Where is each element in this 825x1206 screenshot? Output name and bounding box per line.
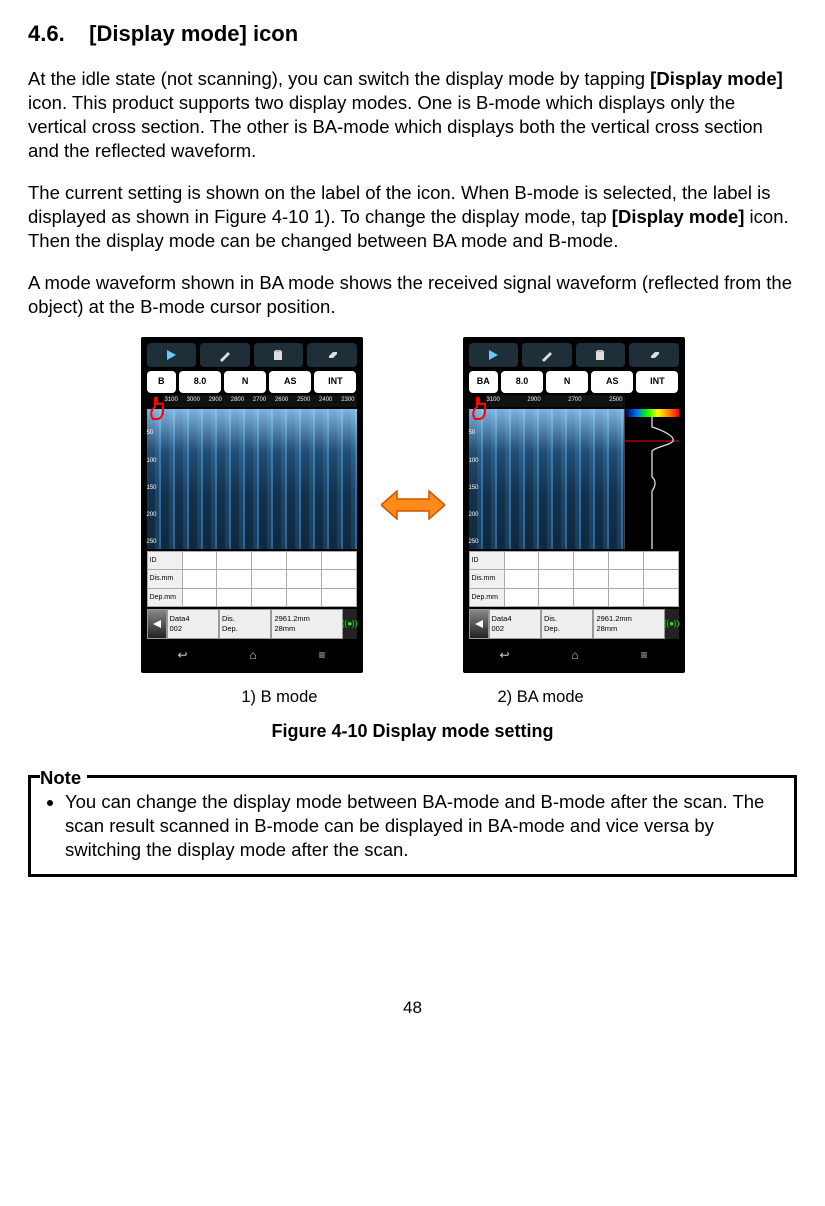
section-title: [Display mode] icon xyxy=(89,21,298,46)
pill-5[interactable]: INT xyxy=(636,371,678,393)
recent-icon[interactable]: ≡ xyxy=(319,648,326,664)
y-ticks: 50 100 150 200 250 xyxy=(469,409,483,549)
pill-3[interactable]: N xyxy=(546,371,588,393)
pill-2[interactable]: 8.0 xyxy=(501,371,543,393)
status-cell-2: Dis.Dep. xyxy=(219,609,271,639)
caption-right: 2) BA mode xyxy=(497,687,583,708)
play-button[interactable] xyxy=(147,343,197,367)
edit-button[interactable] xyxy=(522,343,572,367)
play-button[interactable] xyxy=(469,343,519,367)
pill-3[interactable]: N xyxy=(224,371,266,393)
file-button[interactable] xyxy=(576,343,626,367)
edit-button[interactable] xyxy=(200,343,250,367)
pill-row: B 8.0 N AS INT xyxy=(147,371,357,393)
settings-button[interactable] xyxy=(629,343,679,367)
android-navbar: ↩ ⌂ ≡ xyxy=(469,645,679,667)
figure-row: B 8.0 N AS INT 3100 3000 2900 2800 2700 … xyxy=(28,337,797,673)
pill-4[interactable]: AS xyxy=(591,371,633,393)
pill-2[interactable]: 8.0 xyxy=(179,371,221,393)
section-number: 4.6. xyxy=(28,21,65,46)
pill-5[interactable]: INT xyxy=(314,371,356,393)
back-icon[interactable]: ↩ xyxy=(177,648,187,664)
file-button[interactable] xyxy=(254,343,304,367)
y-ticks: 50 100 150 200 250 xyxy=(147,409,161,549)
caption-left: 1) B mode xyxy=(241,687,317,708)
display-mode-pill[interactable]: B xyxy=(147,371,176,393)
scan-area: 50 100 150 200 250 xyxy=(469,409,625,549)
top-toolbar xyxy=(469,343,679,367)
note-bullet: You can change the display mode between … xyxy=(65,790,780,862)
status-cell-3: 2961.2mm28mm xyxy=(593,609,664,639)
signal-icon: ((●)) xyxy=(343,609,357,639)
x-ruler: 3100 3000 2900 2800 2700 2600 2500 2400 … xyxy=(163,395,357,407)
paragraph-1: At the idle state (not scanning), you ca… xyxy=(28,67,797,163)
bold-display-mode-2: [Display mode] xyxy=(612,206,745,227)
back-arrow-icon[interactable] xyxy=(147,609,167,639)
bold-display-mode-1: [Display mode] xyxy=(650,68,783,89)
status-cell-2: Dis.Dep. xyxy=(541,609,593,639)
home-icon[interactable]: ⌂ xyxy=(249,648,256,664)
note-box: You can change the display mode between … xyxy=(28,775,797,877)
status-cell-1: Data4002 xyxy=(167,609,219,639)
section-heading: 4.6. [Display mode] icon xyxy=(28,20,797,49)
data-grid: ID Dis.mm Dep.mm xyxy=(147,551,357,607)
paragraph-3: A mode waveform shown in BA mode shows t… xyxy=(28,271,797,319)
top-toolbar xyxy=(147,343,357,367)
back-icon[interactable]: ↩ xyxy=(499,648,509,664)
status-bar: Data4002 Dis.Dep. 2961.2mm28mm ((●)) xyxy=(469,609,679,639)
note-label: Note xyxy=(40,766,87,790)
x-ruler: 3100 2900 2700 2500 xyxy=(485,395,625,407)
pointing-hand-icon xyxy=(469,393,497,421)
home-icon[interactable]: ⌂ xyxy=(571,648,578,664)
status-bar: Data4002 Dis.Dep. 2961.2mm28mm ((●)) xyxy=(147,609,357,639)
double-arrow-icon xyxy=(381,485,445,525)
data-grid: ID Dis.mm Dep.mm xyxy=(469,551,679,607)
back-arrow-icon[interactable] xyxy=(469,609,489,639)
color-scale-bar xyxy=(625,409,679,417)
a-mode-waveform xyxy=(624,409,679,549)
figure-caption: Figure 4-10 Display mode setting xyxy=(28,720,797,743)
status-cell-1: Data4002 xyxy=(489,609,541,639)
device-screenshot-ba-mode: BA 8.0 N AS INT 3100 2900 2700 2500 50 1… xyxy=(463,337,685,673)
display-mode-pill[interactable]: BA xyxy=(469,371,498,393)
pointing-hand-icon xyxy=(147,393,175,421)
recent-icon[interactable]: ≡ xyxy=(641,648,648,664)
note-block: Note You can change the display mode bet… xyxy=(28,766,797,877)
paragraph-2: The current setting is shown on the labe… xyxy=(28,181,797,253)
android-navbar: ↩ ⌂ ≡ xyxy=(147,645,357,667)
device-screenshot-b-mode: B 8.0 N AS INT 3100 3000 2900 2800 2700 … xyxy=(141,337,363,673)
signal-icon: ((●)) xyxy=(665,609,679,639)
page-number: 48 xyxy=(28,997,797,1019)
pill-4[interactable]: AS xyxy=(269,371,311,393)
status-cell-3: 2961.2mm28mm xyxy=(271,609,342,639)
scan-area: 50 100 150 200 250 xyxy=(147,409,357,549)
settings-button[interactable] xyxy=(307,343,357,367)
sub-captions: 1) B mode 2) BA mode xyxy=(28,687,797,708)
pill-row: BA 8.0 N AS INT xyxy=(469,371,679,393)
